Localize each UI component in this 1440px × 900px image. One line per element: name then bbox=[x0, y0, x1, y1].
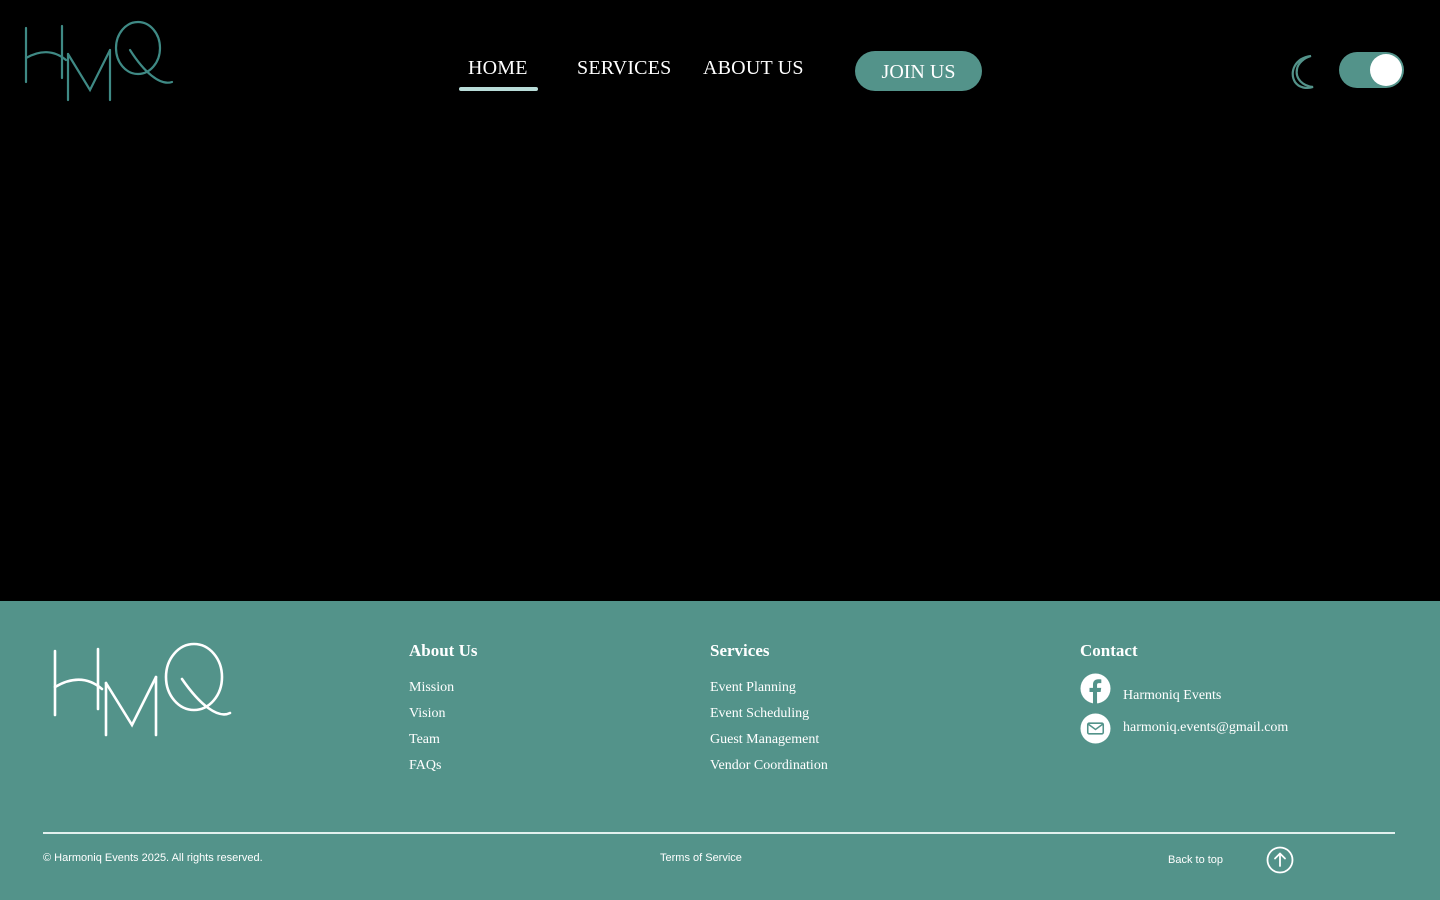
footer-link-guest-management[interactable]: Guest Management bbox=[710, 732, 828, 758]
moon-icon bbox=[1291, 54, 1314, 90]
footer-link-event-scheduling[interactable]: Event Scheduling bbox=[710, 706, 828, 732]
mail-icon bbox=[1080, 713, 1111, 744]
site-header: HOME SERVICES ABOUT US JOIN US bbox=[0, 0, 1440, 140]
join-us-button[interactable]: JOIN US bbox=[855, 51, 982, 91]
site-footer: About Us Mission Vision Team FAQs Servic… bbox=[0, 601, 1440, 900]
hmq-logo[interactable] bbox=[22, 20, 174, 102]
back-to-top-link[interactable]: Back to top bbox=[1168, 854, 1223, 866]
services-links: Event Planning Event Scheduling Guest Ma… bbox=[710, 680, 828, 784]
footer-link-faqs[interactable]: FAQs bbox=[409, 758, 454, 784]
footer-link-vendor-coordination[interactable]: Vendor Coordination bbox=[710, 758, 828, 784]
nav-home[interactable]: HOME bbox=[468, 57, 528, 80]
footer-link-event-planning[interactable]: Event Planning bbox=[710, 680, 828, 706]
nav-about-us[interactable]: ABOUT US bbox=[703, 57, 804, 80]
copyright-text: © Harmoniq Events 2025. All rights reser… bbox=[43, 852, 263, 864]
about-us-links: Mission Vision Team FAQs bbox=[409, 680, 454, 784]
footer-divider bbox=[43, 832, 1395, 834]
hmq-footer-logo[interactable] bbox=[50, 641, 232, 738]
facebook-handle[interactable]: Harmoniq Events bbox=[1123, 688, 1221, 704]
toggle-knob bbox=[1370, 54, 1402, 86]
contact-facebook[interactable]: Harmoniq Events bbox=[1080, 673, 1221, 704]
services-heading: Services bbox=[710, 641, 770, 660]
email-address[interactable]: harmoniq.events@gmail.com bbox=[1123, 720, 1288, 736]
contact-email[interactable]: harmoniq.events@gmail.com bbox=[1080, 713, 1288, 744]
footer-link-team[interactable]: Team bbox=[409, 732, 454, 758]
nav-active-indicator bbox=[459, 87, 538, 91]
arrow-up-circle-icon[interactable] bbox=[1266, 846, 1294, 874]
nav-services[interactable]: SERVICES bbox=[577, 57, 671, 80]
about-us-heading: About Us bbox=[409, 641, 478, 660]
footer-link-vision[interactable]: Vision bbox=[409, 706, 454, 732]
terms-of-service-link[interactable]: Terms of Service bbox=[660, 852, 742, 864]
footer-link-mission[interactable]: Mission bbox=[409, 680, 454, 706]
theme-toggle[interactable] bbox=[1339, 52, 1404, 88]
facebook-icon bbox=[1080, 673, 1111, 704]
contact-heading: Contact bbox=[1080, 641, 1138, 660]
